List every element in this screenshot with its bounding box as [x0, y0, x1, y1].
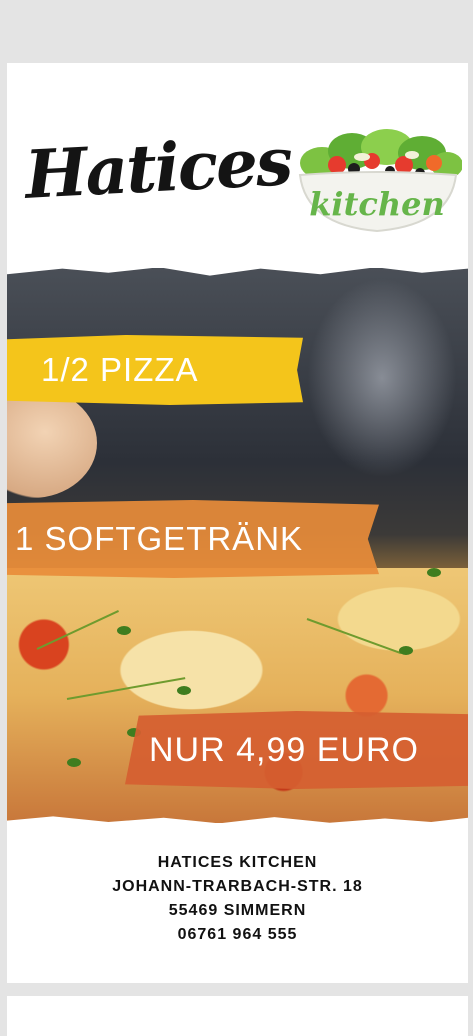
- offer-pizza-text: 1/2 PIZZA: [41, 351, 199, 388]
- leaf: [117, 626, 131, 635]
- offer-banner-pizza: 1/2 PIZZA: [7, 335, 303, 405]
- flyer-card: Hatices kitchen 1/2 PIZZA 1 SOFTGETRÄNK …: [7, 63, 468, 983]
- leaf: [427, 568, 441, 577]
- offer-drink-text: 1 SOFTGETRÄNK: [15, 520, 304, 557]
- business-name: HATICES KITCHEN: [157, 854, 318, 871]
- street-address: JOHANN-TRARBACH-STR. 18: [112, 878, 363, 895]
- offer-price-text: NUR 4,99 EURO: [149, 730, 419, 769]
- offer-banner-drink: 1 SOFTGETRÄNK: [7, 500, 379, 578]
- hand-image: [7, 388, 97, 498]
- next-card: [7, 996, 468, 1036]
- city-address: 55469 SIMMERN: [168, 902, 307, 919]
- salad-bowl-icon: kitchen: [298, 129, 462, 233]
- background-light: [307, 278, 457, 478]
- offer-banner-price: NUR 4,99 EURO: [125, 711, 468, 789]
- leaf: [177, 686, 191, 695]
- leaf: [399, 646, 413, 655]
- leaf: [67, 758, 81, 767]
- brand-sub-text: kitchen: [309, 185, 444, 223]
- brand-logo-text: Hatices: [23, 122, 293, 214]
- phone-number: 06761 964 555: [177, 926, 298, 943]
